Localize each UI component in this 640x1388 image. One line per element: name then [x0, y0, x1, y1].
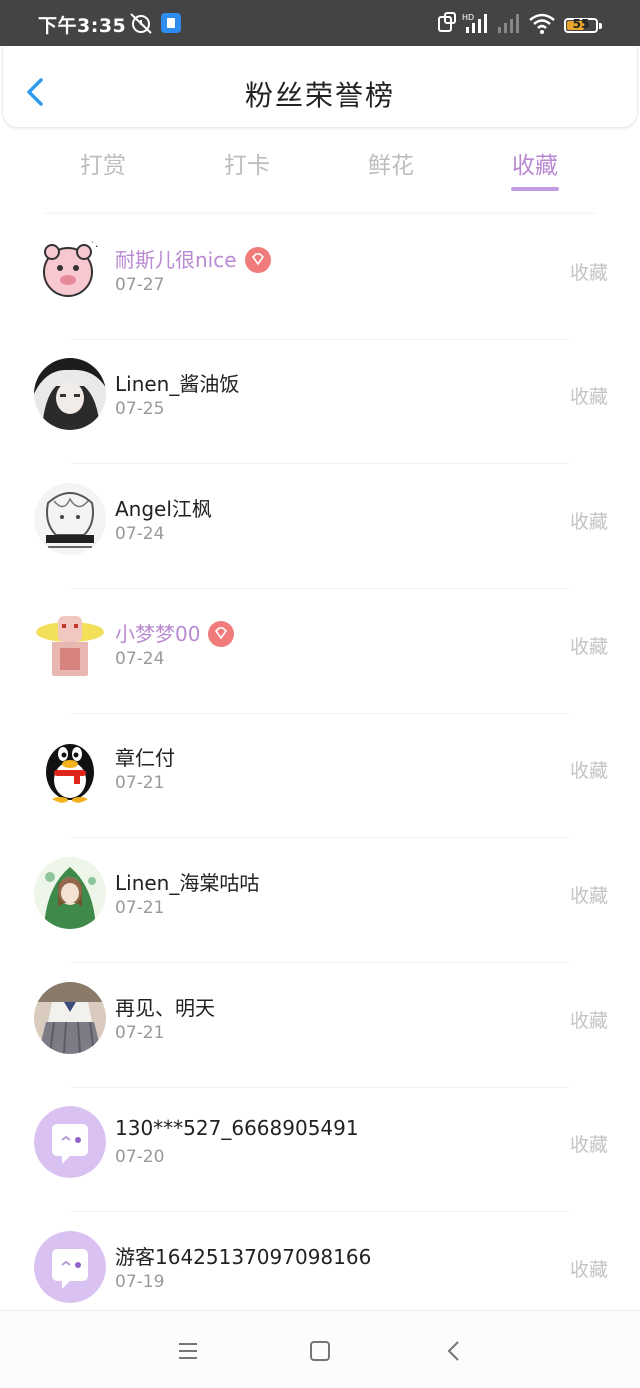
divider	[70, 962, 570, 963]
avatar[interactable]	[34, 608, 106, 680]
status-bar: 下午3:35 HD 55	[0, 0, 640, 46]
active-tab-indicator	[511, 187, 559, 191]
menu-icon[interactable]	[172, 1335, 204, 1367]
app-notification-icon	[161, 13, 181, 33]
fan-date: 07-24	[115, 524, 165, 544]
status-time: 下午3:35	[38, 15, 127, 37]
list-item[interactable]: 再见、明天 07-21 收藏	[0, 964, 640, 1088]
tab-flowers[interactable]: 鲜花	[368, 146, 414, 180]
divider	[70, 837, 570, 838]
divider	[70, 463, 570, 464]
fan-name: 游客16425137097098166	[115, 1245, 372, 1269]
tab-favorites[interactable]: 收藏	[512, 146, 558, 180]
fan-date: 07-21	[115, 773, 165, 793]
fan-name: 小梦梦00	[115, 618, 235, 649]
avatar[interactable]	[34, 857, 106, 929]
battery-level: 55	[572, 17, 590, 31]
fan-action: 收藏	[569, 262, 608, 284]
fan-name: 130***527_6668905491	[115, 1116, 359, 1140]
fan-action: 收藏	[569, 1259, 608, 1281]
fan-action: 收藏	[569, 636, 608, 658]
system-navigation-bar	[0, 1310, 640, 1388]
home-icon[interactable]	[304, 1335, 336, 1367]
fan-name: Linen_酱油饭	[115, 372, 240, 396]
wifi-icon	[529, 13, 555, 34]
list-item[interactable]: 耐斯儿很nice 07-27 收藏	[0, 216, 640, 340]
alarm-off-icon	[130, 13, 152, 34]
tab-reward[interactable]: 打赏	[80, 146, 126, 180]
divider	[44, 212, 596, 215]
avatar[interactable]	[34, 234, 106, 306]
fan-name: 耐斯儿很nice	[115, 244, 271, 275]
fan-action: 收藏	[569, 760, 608, 782]
vip-diamond-icon	[244, 246, 271, 273]
screen-rotate-icon	[438, 12, 456, 32]
fan-date: 07-19	[115, 1272, 165, 1292]
fan-date: 07-24	[115, 649, 165, 669]
chat-bubble-avatar-icon[interactable]	[34, 1231, 106, 1303]
fan-action: 收藏	[569, 885, 608, 907]
fan-date: 07-21	[115, 1023, 165, 1043]
vip-diamond-icon	[208, 620, 235, 647]
list-item[interactable]: 章仁付 07-21 收藏	[0, 714, 640, 838]
list-item[interactable]: 130***527_6668905491 07-20 收藏	[0, 1088, 640, 1212]
tab-checkin[interactable]: 打卡	[224, 146, 270, 180]
top-bar: 粉丝荣誉榜	[2, 46, 638, 128]
fan-date: 07-21	[115, 898, 165, 918]
fan-action: 收藏	[569, 1010, 608, 1032]
divider	[70, 588, 570, 589]
fan-name: 再见、明天	[115, 996, 215, 1020]
avatar[interactable]	[34, 483, 106, 555]
fan-date: 07-20	[115, 1147, 165, 1167]
fan-name: Angel江枫	[115, 497, 212, 521]
fan-action: 收藏	[569, 386, 608, 408]
list-item[interactable]: Linen_海棠咕咕 07-21 收藏	[0, 839, 640, 963]
fan-action: 收藏	[569, 1134, 608, 1156]
qq-penguin-icon[interactable]	[34, 732, 106, 804]
fan-date: 07-27	[115, 275, 165, 295]
fan-action: 收藏	[569, 511, 608, 533]
list-item[interactable]: 小梦梦00 07-24 收藏	[0, 590, 640, 714]
signal-hd-icon: HD	[462, 13, 487, 33]
back-icon[interactable]	[438, 1335, 470, 1367]
battery-icon: 55	[564, 17, 602, 33]
page-title: 粉丝荣誉榜	[244, 79, 395, 112]
svg-text:HD: HD	[462, 13, 474, 22]
list-item[interactable]: Angel江枫 07-24 收藏	[0, 465, 640, 589]
fan-date: 07-25	[115, 399, 165, 419]
avatar[interactable]	[34, 358, 106, 430]
divider	[70, 1211, 570, 1212]
signal-weak-icon	[498, 14, 519, 33]
list-item[interactable]: Linen_酱油饭 07-25 收藏	[0, 340, 640, 464]
fan-name: Linen_海棠咕咕	[115, 871, 260, 895]
fan-name: 章仁付	[115, 746, 175, 770]
avatar[interactable]	[34, 982, 106, 1054]
chat-bubble-avatar-icon[interactable]	[34, 1106, 106, 1178]
tab-bar: 打赏 打卡 鲜花 收藏	[0, 140, 640, 200]
